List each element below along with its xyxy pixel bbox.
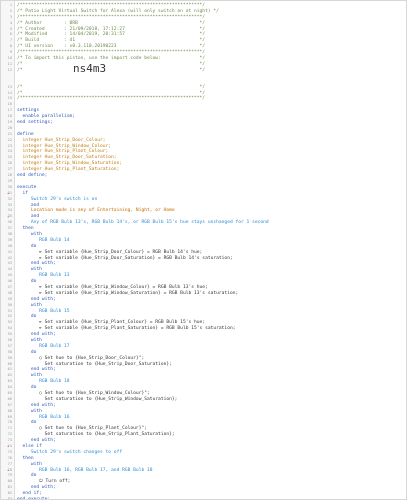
import-code-row: ns4m3 bbox=[1, 63, 406, 85]
piston-code-view: 1/**************************************… bbox=[0, 0, 407, 500]
import-code[interactable]: ns4m3 bbox=[73, 63, 106, 74]
code-body: 1/**************************************… bbox=[1, 3, 406, 499]
